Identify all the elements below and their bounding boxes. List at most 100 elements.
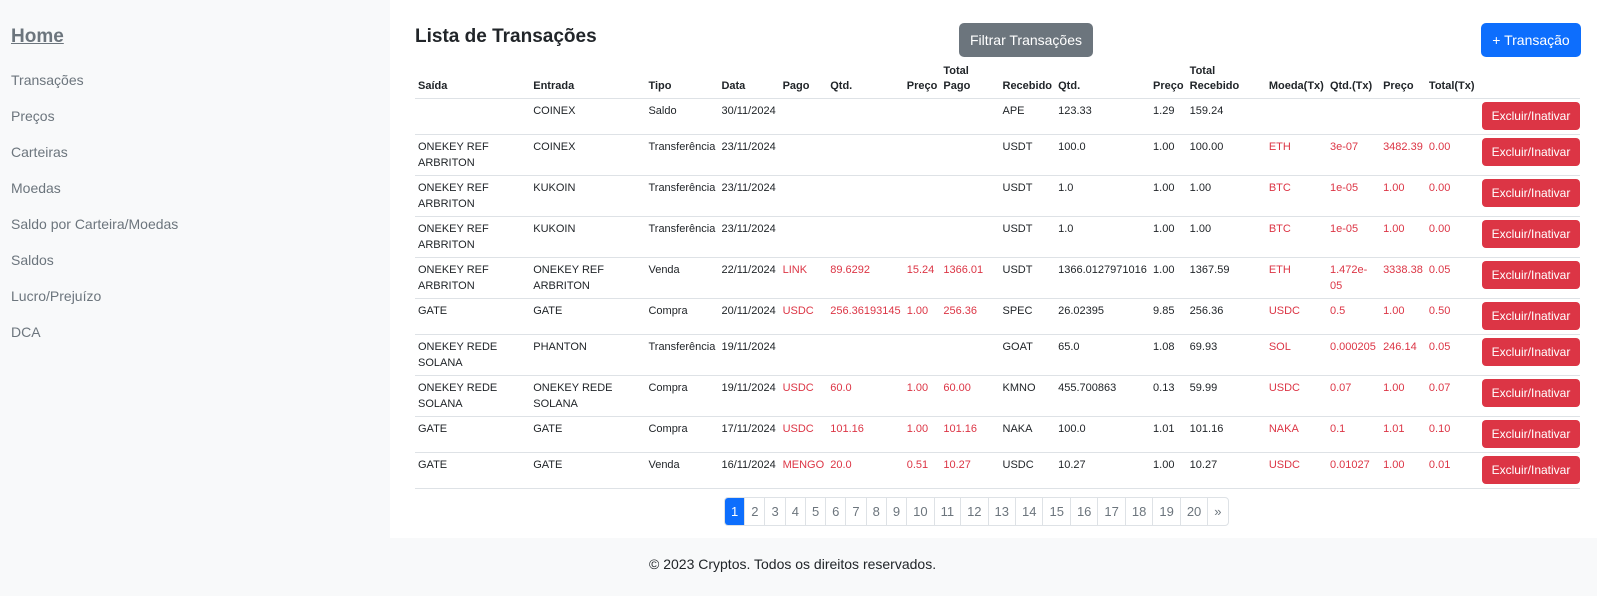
col-header-preco-tx: Preço	[1380, 60, 1426, 99]
cell-qtd-tx: 0.000205	[1326, 334, 1381, 376]
cell-preco-recebido: 1.29	[1150, 98, 1187, 135]
cell-recebido: USDT	[999, 216, 1056, 258]
page-link-19[interactable]: 19	[1152, 498, 1179, 525]
delete-button[interactable]: Excluir/Inativar	[1482, 455, 1580, 484]
cell-data: 23/11/2024	[718, 216, 780, 258]
new-transaction-button[interactable]: + Transação	[1481, 23, 1581, 57]
delete-button[interactable]: Excluir/Inativar	[1482, 337, 1580, 366]
table-row: ONEKEY REF ARBRITON KUKOIN Transferência…	[415, 216, 1580, 258]
col-header-preco-recebido: Preço	[1150, 60, 1187, 99]
cell-saida: GATE	[415, 452, 531, 489]
sidebar-item-moedas[interactable]: Moedas	[11, 170, 390, 206]
cell-saida: ONEKEY REDE SOLANA	[415, 375, 531, 417]
sidebar-item-lucro-prejuizo[interactable]: Lucro/Prejuízo	[11, 278, 390, 314]
cell-total-recebido: 10.27	[1186, 452, 1266, 489]
cell-tipo: Compra	[645, 416, 719, 453]
cell-pago: MENGO	[779, 452, 828, 489]
page-link-1[interactable]: 1	[725, 498, 745, 525]
page-link-6[interactable]: 6	[825, 498, 845, 525]
sidebar-home-link[interactable]: Home	[11, 26, 390, 48]
cell-moeda-tx: USDC	[1265, 375, 1327, 417]
cell-total-recebido: 101.16	[1186, 416, 1266, 453]
cell-pago	[779, 134, 828, 176]
cell-total-pago	[940, 98, 1000, 135]
cell-preco-pago	[903, 175, 941, 217]
cell-preco-tx: 1.00	[1380, 216, 1426, 258]
delete-button[interactable]: Excluir/Inativar	[1482, 260, 1580, 289]
page-link-7[interactable]: 7	[845, 498, 865, 525]
page-link-2[interactable]: 2	[744, 498, 764, 525]
cell-qtd-tx: 0.07	[1326, 375, 1381, 417]
table-row: COINEX Saldo 30/11/2024 APE 123.33 1.29 …	[415, 98, 1580, 135]
cell-total-tx: 0.05	[1425, 257, 1478, 299]
col-header-data: Data	[718, 60, 780, 99]
delete-button[interactable]: Excluir/Inativar	[1482, 137, 1580, 166]
cell-actions: Excluir/Inativar	[1477, 134, 1580, 176]
cell-qtd-tx: 0.5	[1326, 298, 1381, 335]
page-link-15[interactable]: 15	[1042, 498, 1069, 525]
cell-qtd-recebido: 1.0	[1055, 175, 1151, 217]
cell-tipo: Venda	[645, 452, 719, 489]
page-link-5[interactable]: 5	[804, 498, 825, 525]
sidebar-item-transacoes[interactable]: Transações	[11, 62, 390, 98]
filter-transactions-button[interactable]: Filtrar Transações	[959, 23, 1093, 57]
page-link-9[interactable]: 9	[885, 498, 906, 525]
col-header-preco-pago: Preço	[903, 60, 941, 99]
page-link-4[interactable]: 4	[784, 498, 805, 525]
sidebar-item-dca[interactable]: DCA	[11, 314, 390, 350]
cell-data: 20/11/2024	[718, 298, 780, 335]
delete-button[interactable]: Excluir/Inativar	[1482, 219, 1580, 248]
cell-entrada: COINEX	[530, 98, 646, 135]
cell-qtd-tx: 0.1	[1326, 416, 1381, 453]
sidebar-item-carteiras[interactable]: Carteiras	[11, 134, 390, 170]
cell-preco-pago: 0.51	[903, 452, 941, 489]
cell-saida: GATE	[415, 416, 531, 453]
cell-total-tx: 0.00	[1425, 175, 1478, 217]
cell-qtd-tx: 1e-05	[1326, 216, 1381, 258]
cell-pago	[779, 98, 828, 135]
page-link-18[interactable]: 18	[1124, 498, 1152, 525]
cell-total-pago: 256.36	[940, 298, 1000, 335]
cell-preco-recebido: 1.00	[1150, 134, 1187, 176]
cell-preco-pago	[903, 216, 941, 258]
cell-preco-tx: 3338.38	[1380, 257, 1426, 299]
page-link-16[interactable]: 16	[1069, 498, 1097, 525]
cell-preco-pago	[903, 98, 941, 135]
delete-button[interactable]: Excluir/Inativar	[1482, 301, 1580, 330]
cell-saida: ONEKEY REDE SOLANA	[415, 334, 531, 376]
page-link-10[interactable]: 10	[906, 498, 933, 525]
cell-recebido: USDT	[999, 257, 1056, 299]
sidebar-item-precos[interactable]: Preços	[11, 98, 390, 134]
cell-total-tx	[1425, 98, 1478, 135]
cell-preco-tx: 1.01	[1380, 416, 1426, 453]
page-link-12[interactable]: 12	[960, 498, 987, 525]
delete-button[interactable]: Excluir/Inativar	[1482, 378, 1580, 407]
cell-preco-tx: 3482.39	[1380, 134, 1426, 176]
page-link-13[interactable]: 13	[987, 498, 1015, 525]
page-link-8[interactable]: 8	[865, 498, 886, 525]
cell-saida: ONEKEY REF ARBRITON	[415, 175, 531, 217]
sidebar-item-saldo-por-carteira[interactable]: Saldo por Carteira/Moedas	[11, 206, 390, 242]
delete-button[interactable]: Excluir/Inativar	[1482, 419, 1580, 448]
page-link-3[interactable]: 3	[764, 498, 784, 525]
col-header-total-tx: Total(Tx)	[1425, 60, 1478, 99]
cell-total-recebido: 1.00	[1186, 216, 1266, 258]
sidebar-item-saldos[interactable]: Saldos	[11, 242, 390, 278]
delete-button[interactable]: Excluir/Inativar	[1482, 178, 1580, 207]
page-link-14[interactable]: 14	[1015, 498, 1042, 525]
cell-qtd-pago	[827, 334, 904, 376]
page-next-icon[interactable]: »	[1207, 498, 1227, 525]
cell-total-recebido: 256.36	[1186, 298, 1266, 335]
cell-actions: Excluir/Inativar	[1477, 298, 1580, 335]
table-row: GATE GATE Compra 20/11/2024 USDC 256.361…	[415, 298, 1580, 335]
cell-qtd-recebido: 455.700863	[1055, 375, 1151, 417]
cell-preco-tx: 1.00	[1380, 452, 1426, 489]
cell-actions: Excluir/Inativar	[1477, 375, 1580, 417]
cell-preco-recebido: 9.85	[1150, 298, 1187, 335]
page-link-17[interactable]: 17	[1097, 498, 1124, 525]
delete-button[interactable]: Excluir/Inativar	[1482, 101, 1580, 130]
cell-total-recebido: 159.24	[1186, 98, 1266, 135]
page-link-20[interactable]: 20	[1179, 498, 1207, 525]
page-link-11[interactable]: 11	[933, 498, 961, 525]
col-header-qtd-recebido: Qtd.	[1055, 60, 1151, 99]
